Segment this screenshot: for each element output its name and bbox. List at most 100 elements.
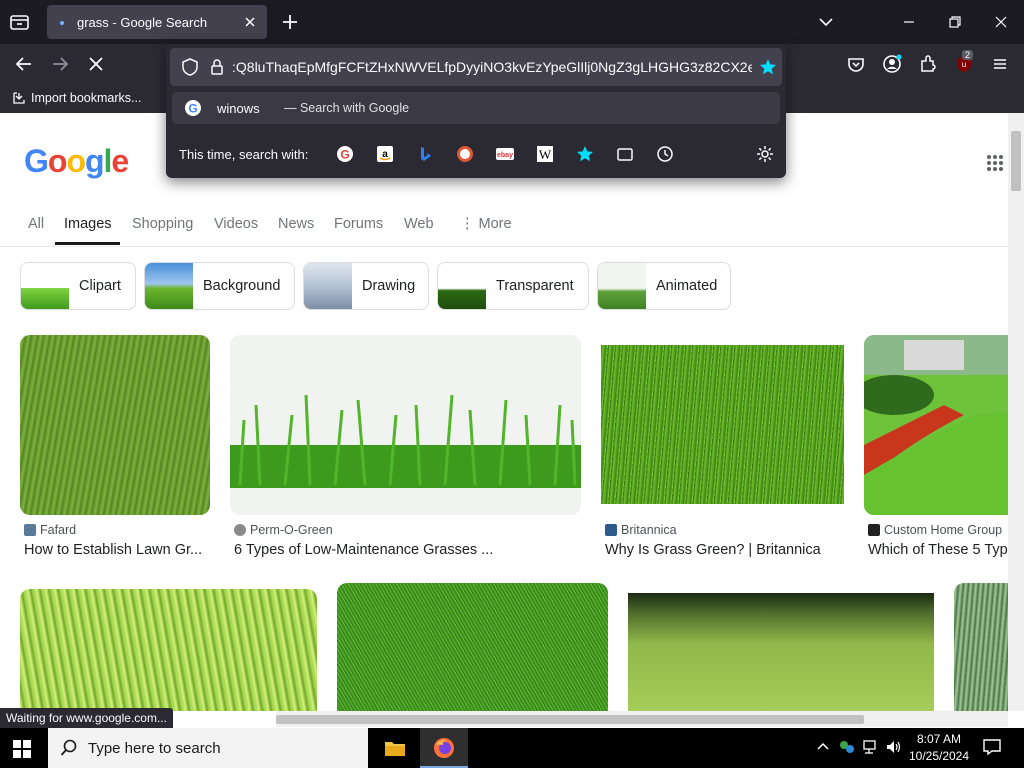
tab-title: grass - Google Search bbox=[77, 15, 208, 30]
active-tab-indicator bbox=[55, 242, 120, 245]
tab-more[interactable]: ⋮ More bbox=[460, 216, 512, 232]
bookmarks-search-icon[interactable] bbox=[576, 145, 594, 163]
url-bar-dropdown: :Q8luThaqEpMfgFCFtZHxNWVELfpDyyiNO3kvEzY… bbox=[166, 44, 786, 178]
tab-forums[interactable]: Forums bbox=[334, 216, 383, 232]
suggestion-hint: — Search with Google bbox=[284, 101, 410, 115]
svg-text:G: G bbox=[340, 148, 349, 162]
google-logo[interactable]: Google bbox=[24, 143, 129, 180]
horizontal-scrollbar[interactable] bbox=[276, 711, 1008, 727]
result-image[interactable] bbox=[601, 345, 844, 504]
chip-animated[interactable]: Animated bbox=[597, 262, 731, 310]
amazon-engine-icon[interactable]: a bbox=[376, 145, 394, 163]
vertical-scrollbar[interactable] bbox=[1008, 113, 1024, 711]
volume-icon[interactable] bbox=[885, 738, 903, 756]
result-image[interactable] bbox=[230, 335, 581, 515]
import-icon bbox=[13, 92, 25, 104]
taskbar-search-box[interactable]: Type here to search bbox=[48, 728, 368, 768]
lock-icon[interactable] bbox=[210, 58, 224, 76]
chip-label: Background bbox=[203, 278, 281, 294]
pocket-icon[interactable] bbox=[846, 54, 866, 74]
ebay-engine-icon[interactable]: ebay bbox=[496, 145, 514, 163]
chip-drawing[interactable]: Drawing bbox=[303, 262, 429, 310]
url-bar[interactable]: :Q8luThaqEpMfgFCFtZHxNWVELfpDyyiNO3kvEzY… bbox=[170, 48, 782, 86]
restore-icon[interactable] bbox=[945, 12, 965, 32]
svg-text:a: a bbox=[382, 149, 388, 160]
tabs-search-icon[interactable] bbox=[616, 145, 634, 163]
tab-list-icon[interactable] bbox=[8, 11, 32, 33]
svg-text:u: u bbox=[962, 60, 966, 69]
chip-background[interactable]: Background bbox=[144, 262, 295, 310]
result-title[interactable]: Which of These 5 Typ bbox=[868, 542, 1008, 558]
windows-taskbar: Type here to search 8:07 AM 10/25/2024 bbox=[0, 728, 1024, 768]
bookmark-star-icon[interactable] bbox=[759, 58, 777, 76]
chip-thumbnail bbox=[598, 263, 646, 309]
menu-icon[interactable] bbox=[990, 54, 1010, 74]
image-result-row2-3[interactable] bbox=[628, 593, 934, 711]
svg-text:G: G bbox=[188, 102, 197, 116]
image-result-row2-2[interactable] bbox=[337, 583, 608, 711]
result-title[interactable]: Why Is Grass Green? | Britannica bbox=[605, 542, 845, 558]
history-search-icon[interactable] bbox=[656, 145, 674, 163]
search-settings-icon[interactable] bbox=[756, 145, 774, 163]
chip-thumbnail bbox=[304, 263, 352, 309]
tab-videos[interactable]: Videos bbox=[214, 216, 258, 232]
notification-center-icon[interactable] bbox=[982, 737, 1002, 757]
taskbar-clock[interactable]: 8:07 AM 10/25/2024 bbox=[908, 731, 970, 765]
image-result-row2-1[interactable] bbox=[20, 589, 317, 711]
google-apps-icon[interactable] bbox=[985, 153, 1005, 173]
close-window-icon[interactable] bbox=[991, 12, 1011, 32]
taskbar-file-explorer[interactable] bbox=[371, 728, 419, 768]
search-suggestion[interactable]: G winows — Search with Google bbox=[172, 92, 780, 124]
tab-news[interactable]: News bbox=[278, 216, 314, 232]
search-type-tabs: All Images Shopping Videos News Forums W… bbox=[0, 205, 1008, 247]
firefox-icon bbox=[434, 738, 454, 758]
chip-transparent[interactable]: Transparent bbox=[437, 262, 589, 310]
network-icon[interactable] bbox=[862, 738, 880, 756]
tab-images[interactable]: Images bbox=[64, 216, 112, 232]
import-bookmarks-item[interactable]: Import bookmarks... bbox=[12, 91, 141, 105]
wikipedia-engine-icon[interactable]: W bbox=[536, 145, 554, 163]
windows-start-icon[interactable] bbox=[12, 739, 32, 759]
tray-app-icon[interactable] bbox=[838, 738, 856, 756]
tab-web[interactable]: Web bbox=[404, 216, 434, 232]
search-icon bbox=[60, 739, 77, 756]
stop-loading-icon[interactable] bbox=[86, 54, 106, 74]
chip-thumbnail bbox=[438, 263, 486, 309]
clock-date: 10/25/2024 bbox=[908, 749, 970, 763]
new-tab-icon[interactable] bbox=[280, 12, 300, 32]
google-engine-icon[interactable]: G bbox=[336, 145, 354, 163]
google-g-icon: G bbox=[185, 100, 201, 116]
close-tab-icon[interactable] bbox=[241, 13, 259, 31]
url-text[interactable]: :Q8luThaqEpMfgFCFtZHxNWVELfpDyyiNO3kvEzY… bbox=[232, 59, 752, 75]
image-result-row2-4[interactable] bbox=[954, 583, 1008, 711]
tab-loading-icon bbox=[60, 21, 64, 25]
account-icon[interactable] bbox=[882, 54, 902, 74]
duckduckgo-engine-icon[interactable] bbox=[456, 145, 474, 163]
result-source: Fafard bbox=[24, 523, 76, 537]
chip-label: Drawing bbox=[362, 278, 416, 294]
list-all-tabs-icon[interactable] bbox=[816, 12, 836, 32]
extensions-icon[interactable] bbox=[918, 54, 938, 74]
ublock-extension-button[interactable]: u 2 bbox=[954, 50, 976, 76]
wordpress-icon bbox=[24, 524, 36, 536]
minimize-icon[interactable] bbox=[899, 12, 919, 32]
taskbar-firefox[interactable] bbox=[420, 728, 468, 768]
tracking-protection-icon[interactable] bbox=[182, 58, 198, 76]
forward-icon[interactable] bbox=[50, 54, 70, 74]
horizontal-scroll-thumb[interactable] bbox=[276, 715, 864, 724]
chip-label: Clipart bbox=[79, 278, 121, 294]
back-icon[interactable] bbox=[14, 54, 34, 74]
result-image[interactable] bbox=[864, 335, 1008, 515]
bing-engine-icon[interactable] bbox=[416, 145, 434, 163]
tray-chevron-up-icon[interactable] bbox=[814, 738, 832, 756]
tab-shopping[interactable]: Shopping bbox=[132, 216, 193, 232]
suggestion-query: winows bbox=[217, 101, 260, 116]
chip-thumbnail bbox=[21, 263, 69, 309]
active-tab[interactable]: grass - Google Search bbox=[47, 5, 267, 39]
vertical-scroll-thumb[interactable] bbox=[1011, 131, 1021, 191]
result-image[interactable] bbox=[20, 335, 210, 515]
chip-clipart[interactable]: Clipart bbox=[20, 262, 136, 310]
result-title[interactable]: How to Establish Lawn Gr... bbox=[24, 542, 210, 558]
result-title[interactable]: 6 Types of Low-Maintenance Grasses ... bbox=[234, 542, 580, 558]
tab-all[interactable]: All bbox=[28, 216, 44, 232]
